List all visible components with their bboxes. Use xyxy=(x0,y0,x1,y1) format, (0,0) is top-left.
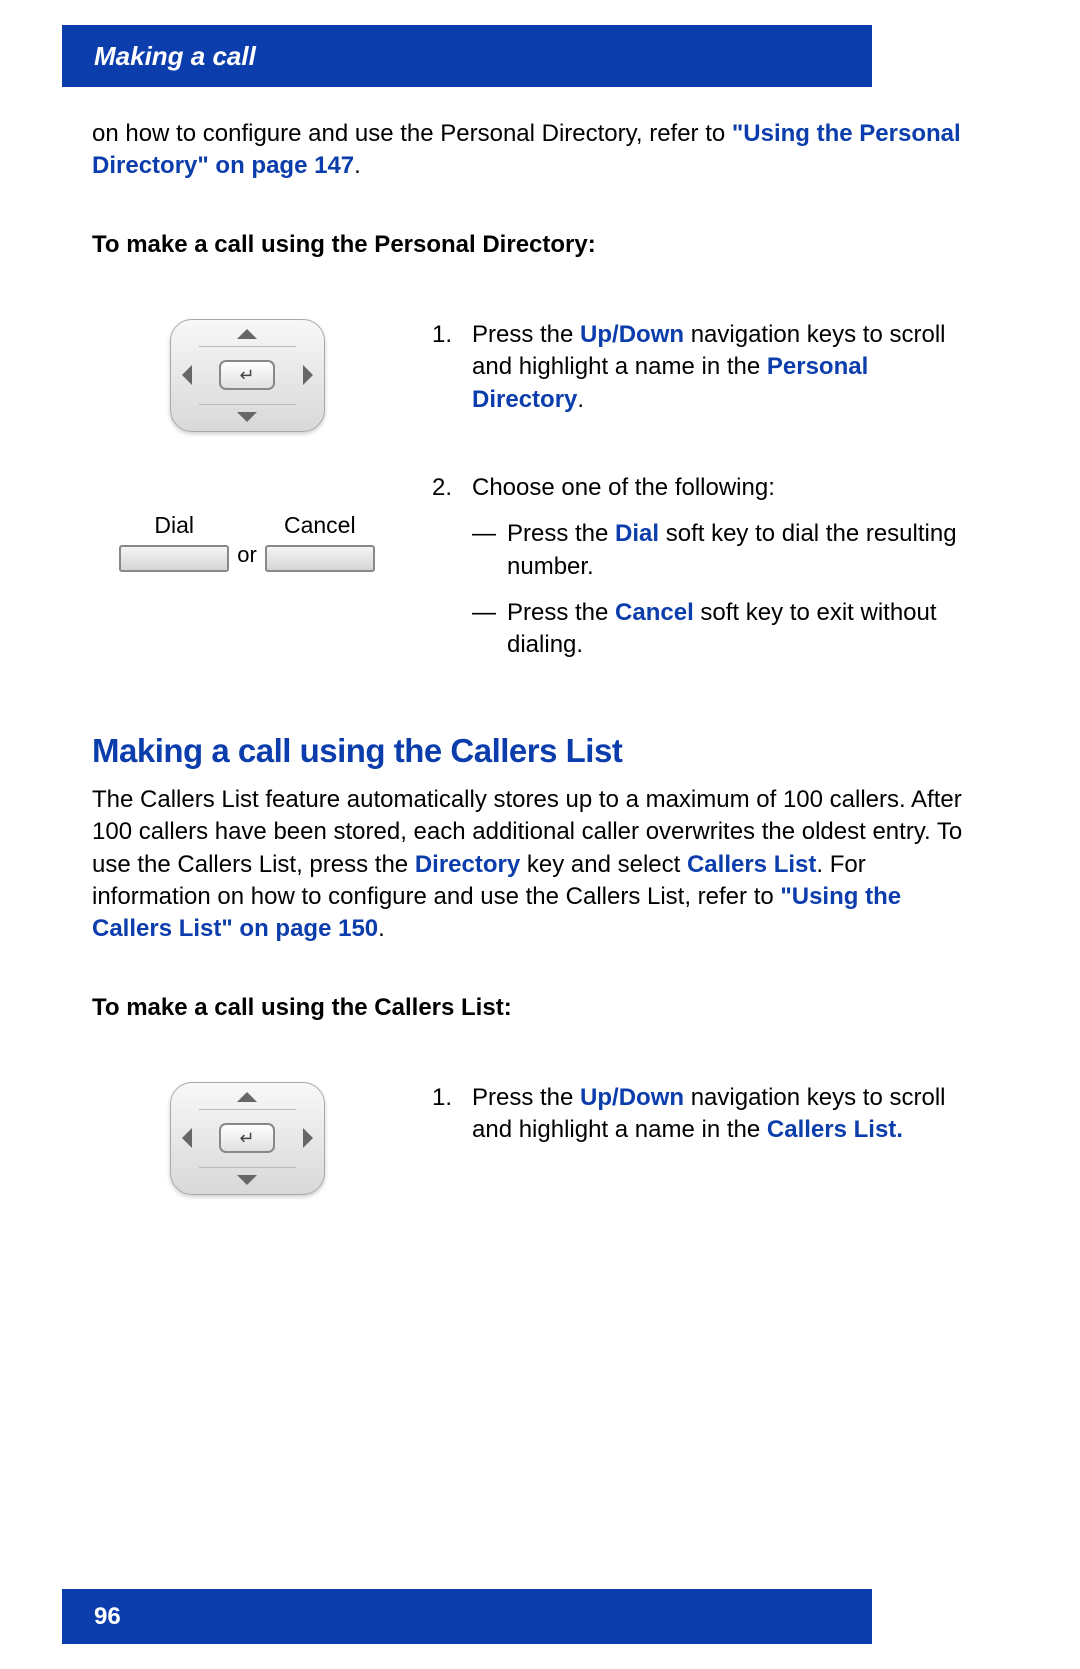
arrow-down-icon xyxy=(237,412,257,422)
softkey-group: Dial or Cancel xyxy=(119,512,375,572)
callers-list-term: Callers List xyxy=(687,851,816,878)
arrow-right-icon xyxy=(303,365,313,385)
page-number: 96 xyxy=(94,1603,121,1631)
arrow-down-icon xyxy=(237,1175,257,1185)
intro-text-pre: on how to configure and use the Personal… xyxy=(92,120,732,147)
intro-text-post: . xyxy=(354,152,361,179)
section2-body: The Callers List feature automatically s… xyxy=(92,784,972,946)
sub2-text: Press the Cancel soft key to exit withou… xyxy=(507,597,972,662)
step2-content: 2. Choose one of the following: — Press … xyxy=(402,472,972,662)
updown-term-2: Up/Down xyxy=(580,1084,684,1111)
dial-button-icon xyxy=(119,545,229,572)
page-footer: 96 xyxy=(62,1589,872,1644)
procedure1-step2: Dial or Cancel 2. Choose one of the foll… xyxy=(92,472,972,662)
sub1-text: Press the Dial soft key to dial the resu… xyxy=(507,518,972,583)
page-header: Making a call xyxy=(62,25,872,87)
arrow-left-icon xyxy=(182,1128,192,1148)
procedure1-heading: To make a call using the Personal Direct… xyxy=(92,231,972,259)
cancel-button-icon xyxy=(265,545,375,572)
cancel-softkey: Cancel xyxy=(265,512,375,572)
step1-content: 1. Press the Up/Down navigation keys to … xyxy=(402,319,972,416)
arrow-right-icon xyxy=(303,1128,313,1148)
procedure2-step1: 1. Press the Up/Down navigation keys to … xyxy=(92,1082,972,1195)
proc2-step1-text: Press the Up/Down navigation keys to scr… xyxy=(472,1082,972,1147)
softkey-graphic: Dial or Cancel xyxy=(92,472,402,572)
updown-term: Up/Down xyxy=(580,321,684,348)
step2-number: 2. xyxy=(432,472,472,504)
navpad-graphic-2 xyxy=(92,1082,402,1195)
step2-sub1: — Press the Dial soft key to dial the re… xyxy=(432,518,972,583)
enter-button-icon xyxy=(219,1123,275,1153)
cancel-label: Cancel xyxy=(265,512,375,539)
header-title: Making a call xyxy=(94,41,256,72)
proc2-step1-content: 1. Press the Up/Down navigation keys to … xyxy=(402,1082,972,1147)
directory-term: Directory xyxy=(415,851,520,878)
step1-number: 1. xyxy=(432,319,472,416)
step1-text: Press the Up/Down navigation keys to scr… xyxy=(472,319,972,416)
step2-text: Choose one of the following: xyxy=(472,472,972,504)
step2-sub2: — Press the Cancel soft key to exit with… xyxy=(432,597,972,662)
section2-heading: Making a call using the Callers List xyxy=(92,732,972,770)
arrow-up-icon xyxy=(237,329,257,339)
navpad-graphic-1 xyxy=(92,319,402,432)
dash-1: — xyxy=(472,518,507,583)
or-text: or xyxy=(237,542,257,572)
navigation-pad-icon xyxy=(170,1082,325,1195)
arrow-up-icon xyxy=(237,1092,257,1102)
cancel-term: Cancel xyxy=(615,599,694,626)
page-content: on how to configure and use the Personal… xyxy=(92,118,972,1195)
arrow-left-icon xyxy=(182,365,192,385)
procedure2-heading: To make a call using the Callers List: xyxy=(92,994,972,1022)
proc2-step1-number: 1. xyxy=(432,1082,472,1147)
intro-paragraph: on how to configure and use the Personal… xyxy=(92,118,972,183)
dial-term: Dial xyxy=(615,520,659,547)
procedure1-step1: 1. Press the Up/Down navigation keys to … xyxy=(92,319,972,432)
navigation-pad-icon xyxy=(170,319,325,432)
enter-button-icon xyxy=(219,360,275,390)
callers-list-term-2: Callers List. xyxy=(767,1116,903,1143)
dash-2: — xyxy=(472,597,507,662)
dial-softkey: Dial xyxy=(119,512,229,572)
dial-label: Dial xyxy=(119,512,229,539)
